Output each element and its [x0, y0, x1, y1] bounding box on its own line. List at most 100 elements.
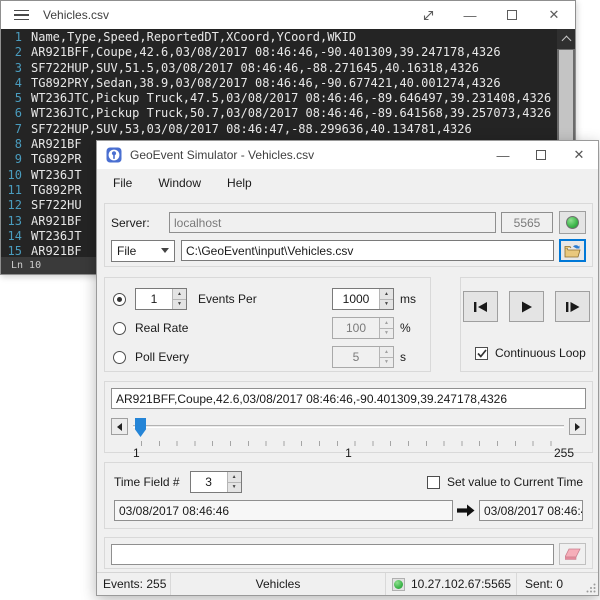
step-button[interactable]	[555, 291, 590, 322]
poll-every-label: Poll Every	[135, 350, 332, 364]
play-icon	[521, 301, 533, 313]
poll-every-radio[interactable]	[113, 351, 126, 364]
line-text: WT236JT	[31, 229, 82, 244]
slider-left-button[interactable]	[111, 418, 128, 435]
real-rate-value: 100	[333, 318, 379, 338]
poll-every-unit-label: s	[400, 350, 422, 364]
line-number: 7	[1, 122, 31, 137]
connection-status-icon	[566, 216, 579, 229]
spin-up-icon[interactable]: ▲	[173, 289, 186, 300]
editor-line[interactable]: 7SF722HUP,SUV,53,03/08/2017 08:46:47,-88…	[1, 122, 557, 137]
skip-to-start-button[interactable]	[463, 291, 498, 322]
clear-log-button[interactable]	[559, 543, 586, 565]
expand-diagonal-icon[interactable]	[407, 1, 449, 29]
playback-group: Continuous Loop	[460, 277, 593, 372]
real-rate-radio[interactable]	[113, 322, 126, 335]
slider-labels: 1 1 255	[111, 446, 586, 461]
line-number: 8	[1, 137, 31, 152]
play-button[interactable]	[509, 291, 544, 322]
line-number: 13	[1, 214, 31, 229]
check-icon	[477, 349, 487, 358]
line-number: 1	[1, 30, 31, 45]
line-text: AR921BF	[31, 244, 82, 257]
editor-line[interactable]: 2AR921BFF,Coupe,42.6,03/08/2017 08:46:46…	[1, 45, 557, 60]
minimize-icon[interactable]: —	[484, 141, 522, 169]
events-count: Events: 255	[103, 577, 166, 591]
editor-window-controls: — ✕	[407, 1, 575, 29]
arrow-right-icon	[453, 504, 479, 517]
line-number: 15	[1, 244, 31, 257]
line-number: 9	[1, 152, 31, 167]
endpoint-address: 10.27.102.67:5565	[411, 577, 511, 591]
menu-window[interactable]: Window	[158, 176, 201, 190]
time-field-label: Time Field #	[114, 475, 180, 489]
server-label: Server:	[111, 216, 169, 230]
menubar: File Window Help	[97, 169, 598, 196]
connect-button[interactable]	[559, 211, 586, 234]
time-from-field[interactable]: 03/08/2017 08:46:46	[114, 500, 453, 521]
close-icon[interactable]: ✕	[533, 1, 575, 29]
line-number: 11	[1, 183, 31, 198]
line-text: WT236JTC,Pickup Truck,47.5,03/08/2017 08…	[31, 91, 551, 106]
arrow-left-icon	[117, 423, 122, 431]
editor-line[interactable]: 5WT236JTC,Pickup Truck,47.5,03/08/2017 0…	[1, 91, 557, 106]
spin-down-icon[interactable]: ▼	[173, 300, 186, 310]
source-type-select[interactable]: File	[111, 240, 175, 262]
time-to-field[interactable]: 03/08/2017 08:46:46	[479, 500, 583, 521]
maximize-icon[interactable]	[522, 141, 560, 169]
line-number: 12	[1, 198, 31, 213]
events-per-label: Events Per	[198, 292, 332, 306]
log-field[interactable]	[111, 544, 554, 565]
slider-right-button[interactable]	[569, 418, 586, 435]
real-rate-label: Real Rate	[135, 321, 332, 335]
simulator-statusbar: Events: 255 Vehicles 10.27.102.67:5565 S…	[97, 572, 598, 595]
spin-up-icon[interactable]: ▲	[228, 472, 241, 483]
sent-count: Sent: 0	[525, 577, 563, 591]
menu-help[interactable]: Help	[227, 176, 252, 190]
event-preview-field[interactable]: AR921BFF,Coupe,42.6,03/08/2017 08:46:46,…	[111, 388, 586, 409]
time-field-spinner[interactable]: 3 ▲▼	[190, 471, 242, 493]
browse-file-button[interactable]	[559, 239, 586, 262]
editor-line[interactable]: 4TG892PRY,Sedan,38.9,03/08/2017 08:46:46…	[1, 76, 557, 91]
feed-name: Vehicles	[256, 577, 301, 591]
server-port-input[interactable]: 5565	[501, 212, 553, 233]
menu-hamburger-icon[interactable]	[14, 7, 29, 24]
maximize-icon[interactable]	[491, 1, 533, 29]
log-group	[104, 537, 593, 569]
close-icon[interactable]: ✕	[560, 141, 598, 169]
file-path-input[interactable]: C:\GeoEvent\input\Vehicles.csv	[181, 240, 554, 261]
interval-spinner[interactable]: 1000 ▲▼	[332, 288, 394, 310]
events-count-value: 1	[136, 289, 172, 309]
spin-up-icon: ▲	[380, 318, 393, 329]
line-text: SF722HUP,SUV,51.5,03/08/2017 08:46:46,-8…	[31, 61, 479, 76]
editor-line[interactable]: 1Name,Type,Speed,ReportedDT,XCoord,YCoor…	[1, 30, 557, 45]
poll-every-spinner: 5 ▲▼	[332, 346, 394, 368]
line-text: TG892PR	[31, 183, 82, 198]
line-text: WT236JT	[31, 168, 82, 183]
scroll-up-icon[interactable]	[557, 29, 575, 49]
rate-group: 1 ▲▼ Events Per 1000 ▲▼ ms Real Rate 100…	[104, 277, 431, 372]
events-count-spinner[interactable]: 1 ▲▼	[135, 288, 187, 310]
real-rate-unit-label: %	[400, 321, 422, 335]
slider-max-label: 255	[554, 446, 574, 460]
slider-thumb[interactable]	[135, 418, 146, 437]
continuous-loop-checkbox[interactable]	[475, 347, 488, 360]
spin-up-icon[interactable]: ▲	[380, 289, 393, 300]
resize-grip-icon[interactable]	[586, 583, 596, 593]
server-host-input[interactable]: localhost	[169, 212, 496, 233]
minimize-icon[interactable]: —	[449, 1, 491, 29]
line-number: 14	[1, 229, 31, 244]
spin-down-icon[interactable]: ▼	[380, 300, 393, 310]
set-current-time-checkbox[interactable]	[427, 476, 440, 489]
events-per-radio[interactable]	[113, 293, 126, 306]
line-text: AR921BF	[31, 137, 82, 152]
slider-current-label: 1	[111, 446, 586, 460]
editor-line[interactable]: 6WT236JTC,Pickup Truck,50.7,03/08/2017 0…	[1, 106, 557, 121]
spin-down-icon[interactable]: ▼	[228, 483, 241, 493]
editor-line[interactable]: 3SF722HUP,SUV,51.5,03/08/2017 08:46:46,-…	[1, 61, 557, 76]
slider-track[interactable]	[133, 425, 564, 428]
skip-to-start-icon	[473, 301, 488, 313]
menu-file[interactable]: File	[113, 176, 132, 190]
line-number: 2	[1, 45, 31, 60]
line-text: TG892PRY,Sedan,38.9,03/08/2017 08:46:46,…	[31, 76, 501, 91]
